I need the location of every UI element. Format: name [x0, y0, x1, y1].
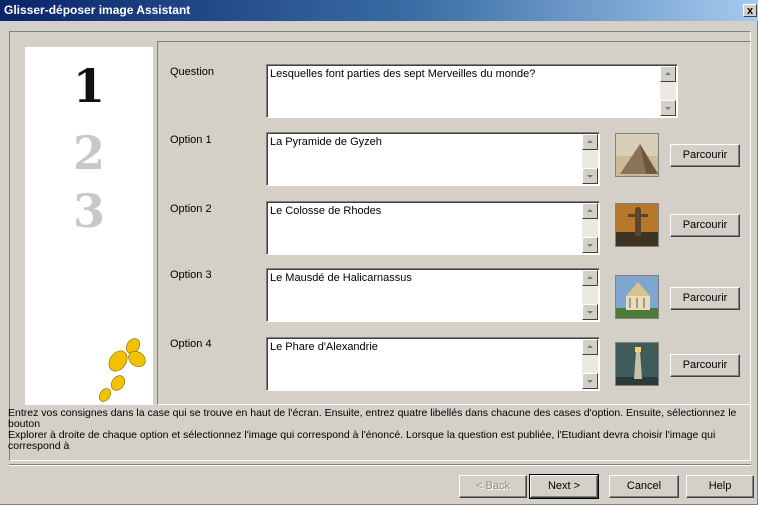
next-button[interactable]: Next >: [529, 474, 599, 499]
option-3-textarea[interactable]: Le Mausdé de Halicarnassus: [266, 268, 600, 322]
option-4-scrollbar[interactable]: [582, 339, 598, 389]
help-button[interactable]: Help: [686, 475, 754, 498]
scroll-down-button[interactable]: [582, 373, 598, 389]
instructions-line-1: Entrez vos consignes dans la case qui se…: [8, 407, 737, 430]
scroll-up-button[interactable]: [582, 203, 598, 219]
option-1-text: La Pyramide de Gyzeh: [270, 136, 382, 148]
instructions-text: Entrez vos consignes dans la case qui se…: [8, 408, 750, 452]
mausoleum-thumbnail: [615, 275, 659, 319]
option-3-label: Option 3: [170, 269, 212, 281]
browse-button-option-2[interactable]: Parcourir: [670, 214, 740, 237]
wizard-dialog: Glisser-déposer image Assistant x 1 2 3 …: [0, 0, 758, 505]
scroll-down-button[interactable]: [582, 304, 598, 320]
scroll-up-button[interactable]: [582, 339, 598, 355]
scroll-down-button[interactable]: [660, 100, 676, 116]
cancel-button[interactable]: Cancel: [609, 475, 679, 498]
option-4-label: Option 4: [170, 338, 212, 350]
instructions-line-2: Explorer à droite de chaque option et sé…: [8, 429, 716, 452]
option-1-scrollbar[interactable]: [582, 134, 598, 184]
browse-button-option-3[interactable]: Parcourir: [670, 287, 740, 310]
colossus-thumbnail: [615, 203, 659, 247]
scroll-up-button[interactable]: [582, 270, 598, 286]
title-bar[interactable]: Glisser-déposer image Assistant x: [0, 0, 758, 21]
option-4-text: Le Phare d'Alexandrie: [270, 341, 378, 353]
option-2-label: Option 2: [170, 203, 212, 215]
close-button[interactable]: x: [743, 4, 757, 17]
option-2-text: Le Colosse de Rhodes: [270, 205, 382, 217]
option-2-textarea[interactable]: Le Colosse de Rhodes: [266, 201, 600, 255]
scroll-down-button[interactable]: [582, 168, 598, 184]
step-3-numeral: 3: [73, 184, 105, 238]
option-2-scrollbar[interactable]: [582, 203, 598, 253]
steps-illustration: 1 2 3: [73, 59, 146, 402]
lighthouse-thumbnail: [615, 342, 659, 386]
steps-panel: 1 2 3: [25, 47, 153, 405]
step-2-numeral: 2: [73, 126, 105, 180]
browse-button-option-4[interactable]: Parcourir: [670, 354, 740, 377]
question-label: Question: [170, 66, 215, 78]
back-button[interactable]: < Back: [459, 475, 527, 498]
scroll-up-button[interactable]: [660, 66, 676, 82]
pyramid-thumbnail: [615, 133, 659, 177]
option-3-scrollbar[interactable]: [582, 270, 598, 320]
option-1-textarea[interactable]: La Pyramide de Gyzeh: [266, 132, 600, 186]
question-textarea[interactable]: Lesquelles font parties des sept Merveil…: [266, 64, 678, 118]
scroll-down-button[interactable]: [582, 237, 598, 253]
footer-separator: [9, 464, 751, 466]
option-4-textarea[interactable]: Le Phare d'Alexandrie: [266, 337, 600, 391]
option-3-text: Le Mausdé de Halicarnassus: [270, 272, 412, 284]
question-scrollbar[interactable]: [660, 66, 676, 116]
question-text: Lesquelles font parties des sept Merveil…: [270, 68, 536, 80]
step-1-numeral: 1: [73, 59, 105, 113]
option-1-label: Option 1: [170, 134, 212, 146]
scroll-up-button[interactable]: [582, 134, 598, 150]
browse-button-option-1[interactable]: Parcourir: [670, 144, 740, 167]
window-title: Glisser-déposer image Assistant: [4, 3, 191, 17]
footprints-icon: [98, 338, 146, 402]
